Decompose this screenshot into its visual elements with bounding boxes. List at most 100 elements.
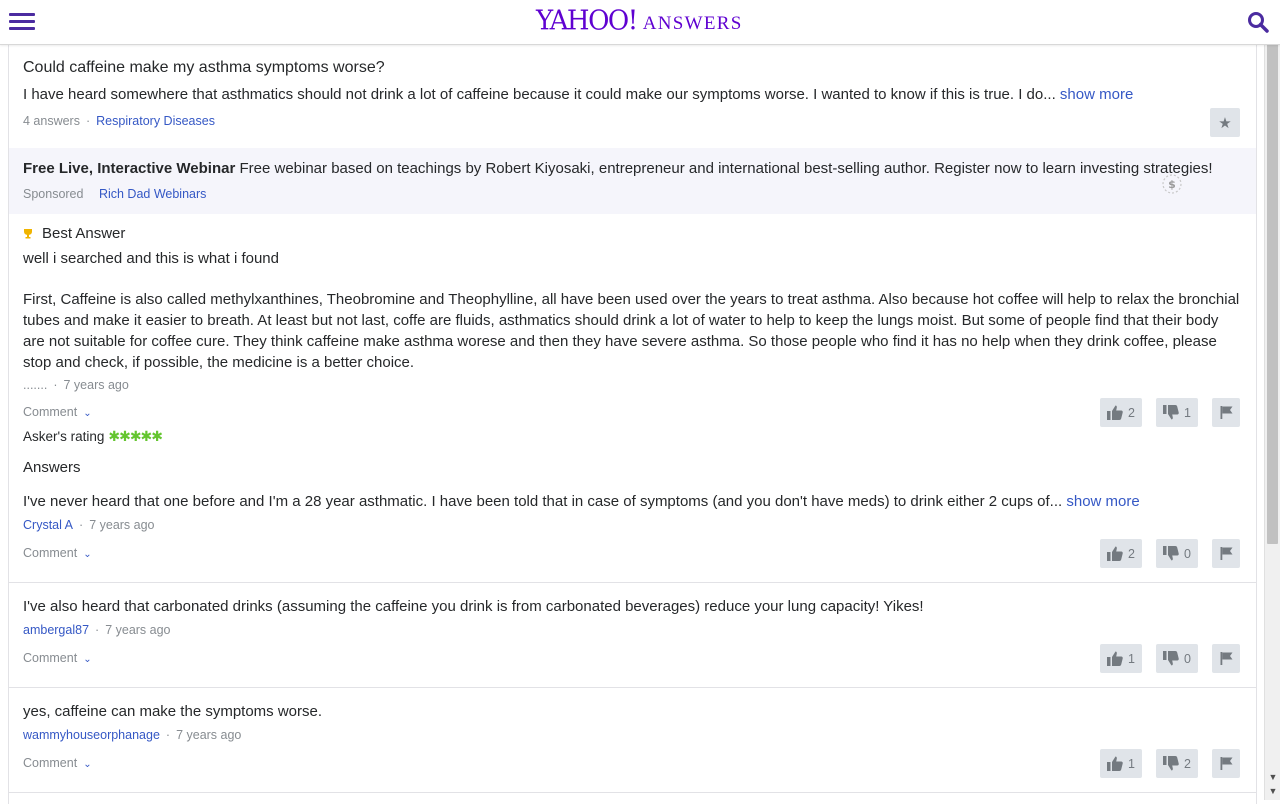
sponsored-dollar-icon[interactable]: $ — [1161, 173, 1183, 195]
question-body-text: I have heard somewhere that asthmatics s… — [23, 86, 1056, 103]
answer-divider — [9, 687, 1256, 688]
answer-1-body: I've never heard that one before and I'm… — [23, 493, 1063, 510]
answer-3-comment-toggle[interactable]: Comment ⌄ — [23, 756, 92, 770]
question-meta: 4 answers · Respiratory Diseases — [23, 114, 215, 128]
answer-2-report-button[interactable] — [1212, 644, 1240, 673]
chevron-down-icon: ⌄ — [83, 759, 92, 770]
thumbs-down-icon — [1163, 405, 1179, 420]
page-scrollbar[interactable]: ▼ ▼ — [1264, 44, 1280, 800]
answer-3-text: yes, caffeine can make the symptoms wors… — [23, 703, 323, 720]
meta-separator: · — [79, 518, 84, 532]
flag-icon — [1220, 652, 1232, 665]
answer-count[interactable]: 4 answers — [23, 114, 80, 128]
downvote-count: 1 — [1184, 405, 1191, 420]
yahoo-answers-logo[interactable]: YAHOO! ANSWERS — [536, 5, 743, 38]
thumbs-down-icon — [1163, 756, 1179, 771]
category-link[interactable]: Respiratory Diseases — [96, 114, 215, 128]
answer-divider — [9, 792, 1256, 793]
askers-rating-label: Asker's rating — [23, 429, 105, 444]
answer-3-report-button[interactable] — [1212, 749, 1240, 778]
best-answer-comment-toggle[interactable]: Comment ⌄ — [23, 405, 92, 419]
question-title: Could caffeine make my asthma symptoms w… — [23, 59, 385, 76]
flag-icon — [1220, 406, 1232, 419]
question-show-more-link[interactable]: show more — [1060, 86, 1133, 103]
hamburger-menu-icon[interactable] — [9, 13, 35, 33]
question-body: I have heard somewhere that asthmatics s… — [23, 86, 1133, 103]
answer-3-meta: wammyhouseorphanage · 7 years ago — [23, 728, 241, 742]
answers-heading: Answers — [23, 459, 81, 476]
rating-stars-icon: ✱✱✱✱✱ — [108, 428, 163, 444]
thumbs-down-icon — [1163, 651, 1179, 666]
best-answer-time: 7 years ago — [63, 378, 129, 392]
answer-3-author-link[interactable]: wammyhouseorphanage — [23, 728, 160, 742]
answer-1-comment-toggle[interactable]: Comment ⌄ — [23, 546, 92, 560]
askers-rating: Asker's rating ✱✱✱✱✱ — [23, 428, 163, 445]
upvote-count: 1 — [1128, 651, 1135, 666]
logo-yahoo-text: YAHOO! — [536, 5, 638, 37]
best-answer-upvote-button[interactable]: 2 — [1100, 398, 1142, 427]
meta-separator: · — [165, 728, 171, 742]
ad-sponsor-link[interactable]: Rich Dad Webinars — [99, 187, 206, 201]
meta-separator: · — [95, 623, 100, 637]
thumbs-up-icon — [1107, 405, 1123, 420]
answer-1-show-more-link[interactable]: show more — [1066, 493, 1139, 510]
thumbs-up-icon — [1107, 651, 1123, 666]
answer-3-upvote-button[interactable]: 1 — [1100, 749, 1142, 778]
best-answer-label: Best Answer — [23, 225, 125, 242]
comment-label: Comment — [23, 651, 78, 665]
best-answer-report-button[interactable] — [1212, 398, 1240, 427]
scroll-down-arrow-icon[interactable]: ▼ — [1268, 772, 1278, 782]
downvote-count: 0 — [1184, 546, 1191, 561]
sponsored-ad[interactable]: Free Live, Interactive Webinar Free webi… — [9, 148, 1256, 214]
meta-separator: · — [85, 114, 91, 128]
upvote-count: 2 — [1128, 405, 1135, 420]
best-answer-author: ....... — [23, 378, 48, 392]
comment-label: Comment — [23, 546, 78, 560]
answer-divider — [9, 582, 1256, 583]
flag-icon — [1220, 757, 1232, 770]
main-content: Could caffeine make my asthma symptoms w… — [8, 44, 1257, 804]
chevron-down-icon: ⌄ — [83, 654, 92, 665]
answer-1-meta: Crystal A · 7 years ago — [23, 518, 155, 532]
comment-label: Comment — [23, 405, 78, 419]
scroll-down-arrow-icon-2[interactable]: ▼ — [1268, 786, 1278, 796]
search-icon[interactable] — [1247, 11, 1269, 33]
chevron-down-icon: ⌄ — [83, 408, 92, 419]
trophy-icon — [24, 229, 32, 239]
answer-2-time: 7 years ago — [105, 623, 171, 637]
answer-3-downvote-button[interactable]: 2 — [1156, 749, 1198, 778]
downvote-count: 2 — [1184, 756, 1191, 771]
flag-icon — [1220, 547, 1232, 560]
upvote-count: 2 — [1128, 546, 1135, 561]
ad-title[interactable]: Free Live, Interactive Webinar — [23, 160, 235, 177]
chevron-down-icon: ⌄ — [83, 549, 92, 560]
best-answer-meta: ....... · 7 years ago — [23, 378, 129, 392]
best-answer-downvote-button[interactable]: 1 — [1156, 398, 1198, 427]
answer-2-meta: ambergal87 · 7 years ago — [23, 623, 171, 637]
answer-1-upvote-button[interactable]: 2 — [1100, 539, 1142, 568]
ad-description: Free webinar based on teachings by Rober… — [239, 160, 1213, 177]
answer-1-text: I've never heard that one before and I'm… — [23, 491, 1140, 512]
best-answer-line1: well i searched and this is what i found — [23, 250, 279, 267]
best-answer-paragraph: First, Caffeine is also called methylxan… — [23, 291, 1240, 371]
follow-star-button[interactable]: ★ — [1210, 108, 1240, 137]
answer-2-comment-toggle[interactable]: Comment ⌄ — [23, 651, 92, 665]
answer-2-downvote-button[interactable]: 0 — [1156, 644, 1198, 673]
answer-3-time: 7 years ago — [176, 728, 242, 742]
answer-2-upvote-button[interactable]: 1 — [1100, 644, 1142, 673]
comment-label: Comment — [23, 756, 78, 770]
answer-1-author-link[interactable]: Crystal A — [23, 518, 73, 532]
answer-2-text: I've also heard that carbonated drinks (… — [23, 598, 924, 615]
thumbs-up-icon — [1107, 756, 1123, 771]
best-answer-heading: Best Answer — [42, 225, 126, 242]
answer-1-time: 7 years ago — [89, 518, 155, 532]
scrollbar-thumb[interactable] — [1267, 44, 1278, 544]
ad-meta: Sponsored Rich Dad Webinars — [23, 187, 206, 201]
meta-separator: · — [53, 378, 58, 392]
downvote-count: 0 — [1184, 651, 1191, 666]
thumbs-down-icon — [1163, 546, 1179, 561]
answer-1-report-button[interactable] — [1212, 539, 1240, 568]
star-icon: ★ — [1218, 114, 1232, 132]
answer-2-author-link[interactable]: ambergal87 — [23, 623, 89, 637]
answer-1-downvote-button[interactable]: 0 — [1156, 539, 1198, 568]
